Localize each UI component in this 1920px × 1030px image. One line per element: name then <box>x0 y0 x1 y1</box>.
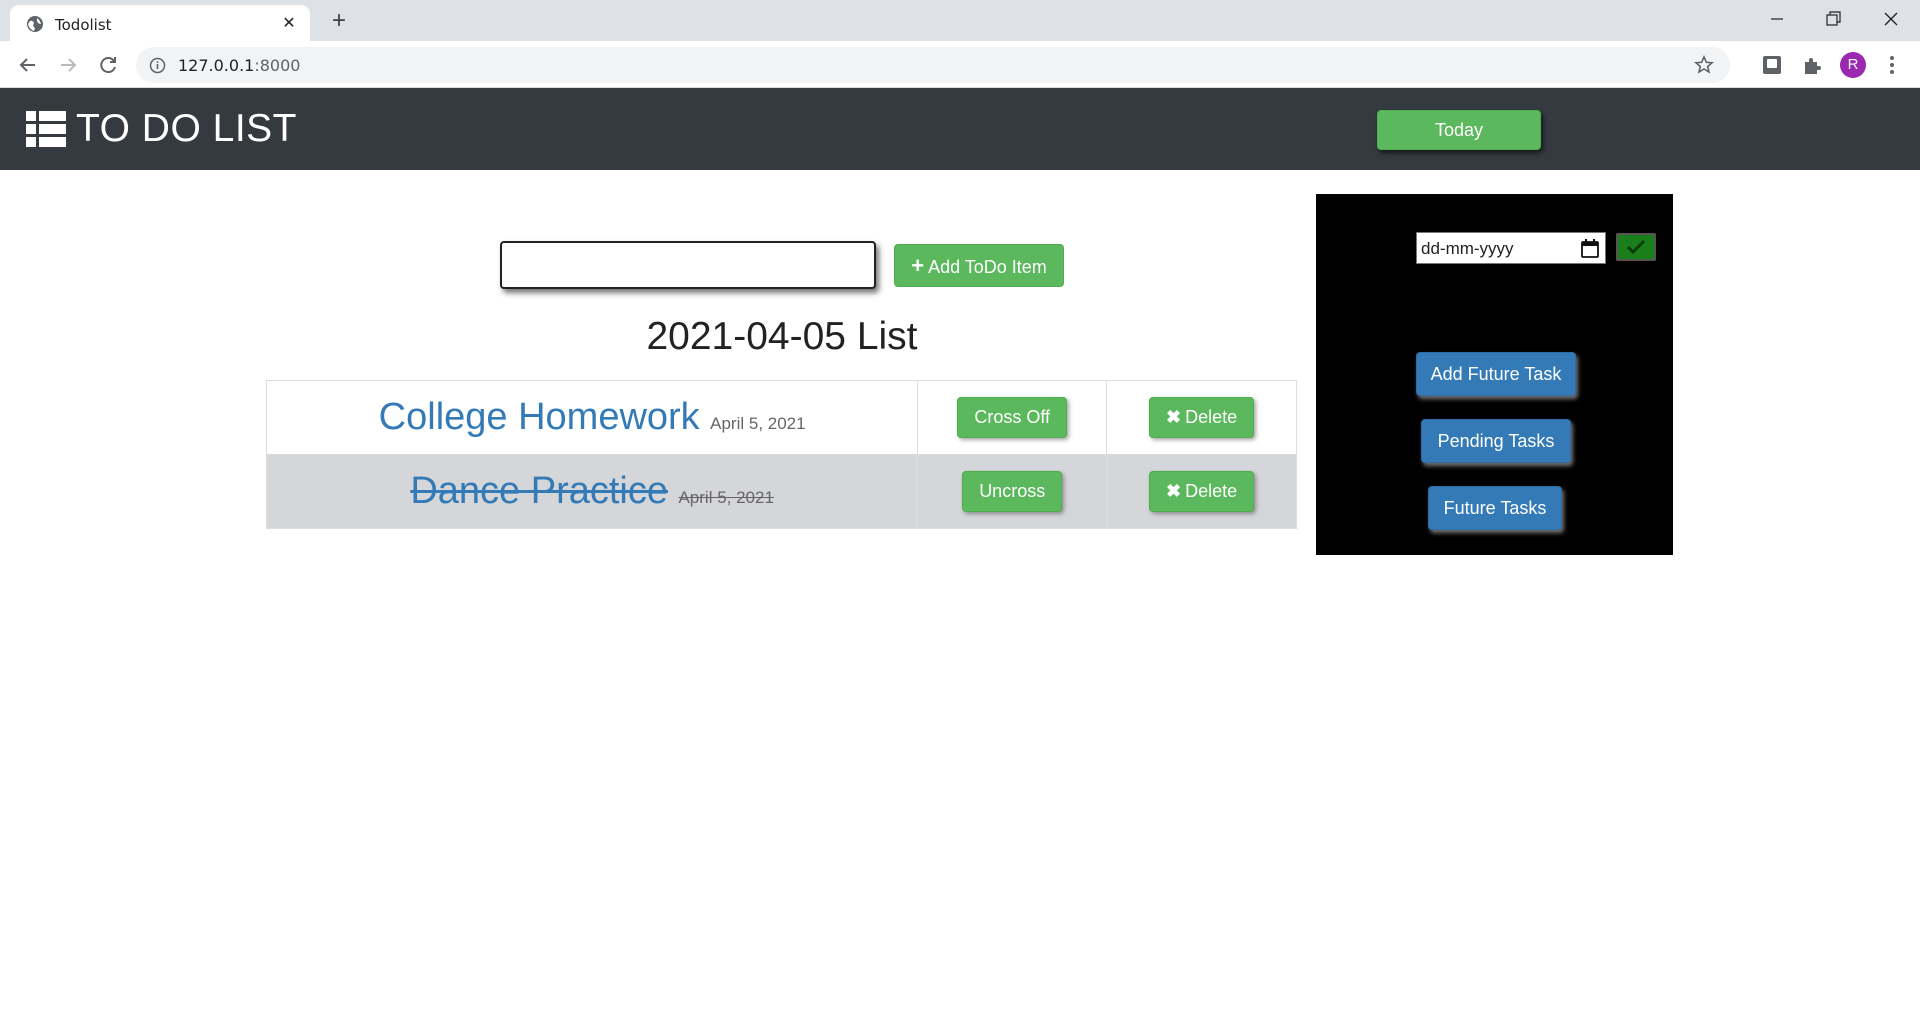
browser-toolbar: 127.0.0.1:8000 R <box>0 41 1920 88</box>
restore-icon[interactable] <box>1810 4 1856 34</box>
avatar[interactable]: R <box>1840 52 1866 78</box>
minimize-icon[interactable] <box>1754 4 1800 34</box>
delete-label: Delete <box>1185 407 1238 427</box>
url-text[interactable]: 127.0.0.1:8000 <box>178 56 300 75</box>
brand-title: TO DO LIST <box>76 107 297 150</box>
delete-cell: ✖ Delete <box>1106 380 1297 455</box>
delete-button[interactable]: ✖ Delete <box>1149 471 1255 512</box>
info-icon[interactable] <box>149 57 166 74</box>
close-icon: ✖ <box>1166 407 1182 427</box>
date-placeholder: dd-mm-yyyy <box>1421 239 1514 258</box>
globe-icon <box>27 16 43 32</box>
close-icon[interactable]: ✕ <box>278 13 300 35</box>
toggle-cell: Uncross <box>917 454 1108 529</box>
window-close-icon[interactable] <box>1868 4 1914 34</box>
task-name[interactable]: College Homework <box>379 396 700 438</box>
url-port: :8000 <box>254 56 301 75</box>
delete-button[interactable]: ✖ Delete <box>1149 397 1255 438</box>
close-icon: ✖ <box>1166 481 1182 501</box>
todo-input[interactable] <box>500 241 876 289</box>
delete-label: Delete <box>1185 481 1238 501</box>
plus-icon[interactable]: + <box>325 8 353 36</box>
plus-icon: + <box>911 253 925 278</box>
browser-tab[interactable]: Todolist ✕ <box>10 5 310 41</box>
extension-icon[interactable] <box>1761 54 1783 76</box>
future-task-panel: dd-mm-yyyy Add Future Task Pending Tasks… <box>1316 194 1673 555</box>
todo-table: College Homework April 5, 2021 Cross Off… <box>265 380 1297 529</box>
delete-cell: ✖ Delete <box>1106 454 1297 529</box>
back-icon[interactable] <box>14 51 42 79</box>
task-date: April 5, 2021 <box>710 414 806 433</box>
star-icon[interactable] <box>1694 55 1714 75</box>
address-bar[interactable]: 127.0.0.1:8000 <box>136 47 1730 83</box>
reload-icon[interactable] <box>94 51 122 79</box>
uncross-button[interactable]: Uncross <box>962 471 1063 512</box>
add-todo-button[interactable]: + Add ToDo Item <box>894 244 1064 287</box>
tab-title: Todolist <box>55 16 112 34</box>
task-name[interactable]: Dance Practice <box>410 470 668 512</box>
task-cell: College Homework April 5, 2021 <box>265 380 919 455</box>
confirm-date-button[interactable] <box>1616 233 1656 261</box>
list-heading: 2021-04-05 List <box>646 315 918 358</box>
calendar-icon[interactable] <box>1581 239 1599 258</box>
list-icon <box>26 111 66 147</box>
url-host: 127.0.0.1 <box>178 56 255 75</box>
browser-tab-strip: Todolist ✕ + <box>0 0 1920 41</box>
puzzle-icon[interactable] <box>1801 54 1823 76</box>
pending-tasks-button[interactable]: Pending Tasks <box>1421 419 1571 463</box>
check-icon <box>1626 239 1646 255</box>
table-row: College Homework April 5, 2021 Cross Off… <box>265 380 1297 455</box>
future-tasks-button[interactable]: Future Tasks <box>1428 486 1562 530</box>
today-button[interactable]: Today <box>1377 110 1541 150</box>
cross-off-button[interactable]: Cross Off <box>957 397 1068 438</box>
add-todo-label: Add ToDo Item <box>928 257 1047 277</box>
task-cell: Dance Practice April 5, 2021 <box>265 454 919 529</box>
toggle-cell: Cross Off <box>917 380 1108 455</box>
brand[interactable]: TO DO LIST <box>26 105 297 153</box>
table-row: Dance Practice April 5, 2021 Uncross ✖ De… <box>265 454 1297 529</box>
forward-icon[interactable] <box>54 51 82 79</box>
app-navbar: TO DO LIST Today <box>0 88 1920 170</box>
task-date: April 5, 2021 <box>678 488 774 507</box>
add-future-task-button[interactable]: Add Future Task <box>1416 352 1576 396</box>
menu-icon[interactable] <box>1882 53 1902 77</box>
date-input[interactable]: dd-mm-yyyy <box>1416 232 1606 264</box>
